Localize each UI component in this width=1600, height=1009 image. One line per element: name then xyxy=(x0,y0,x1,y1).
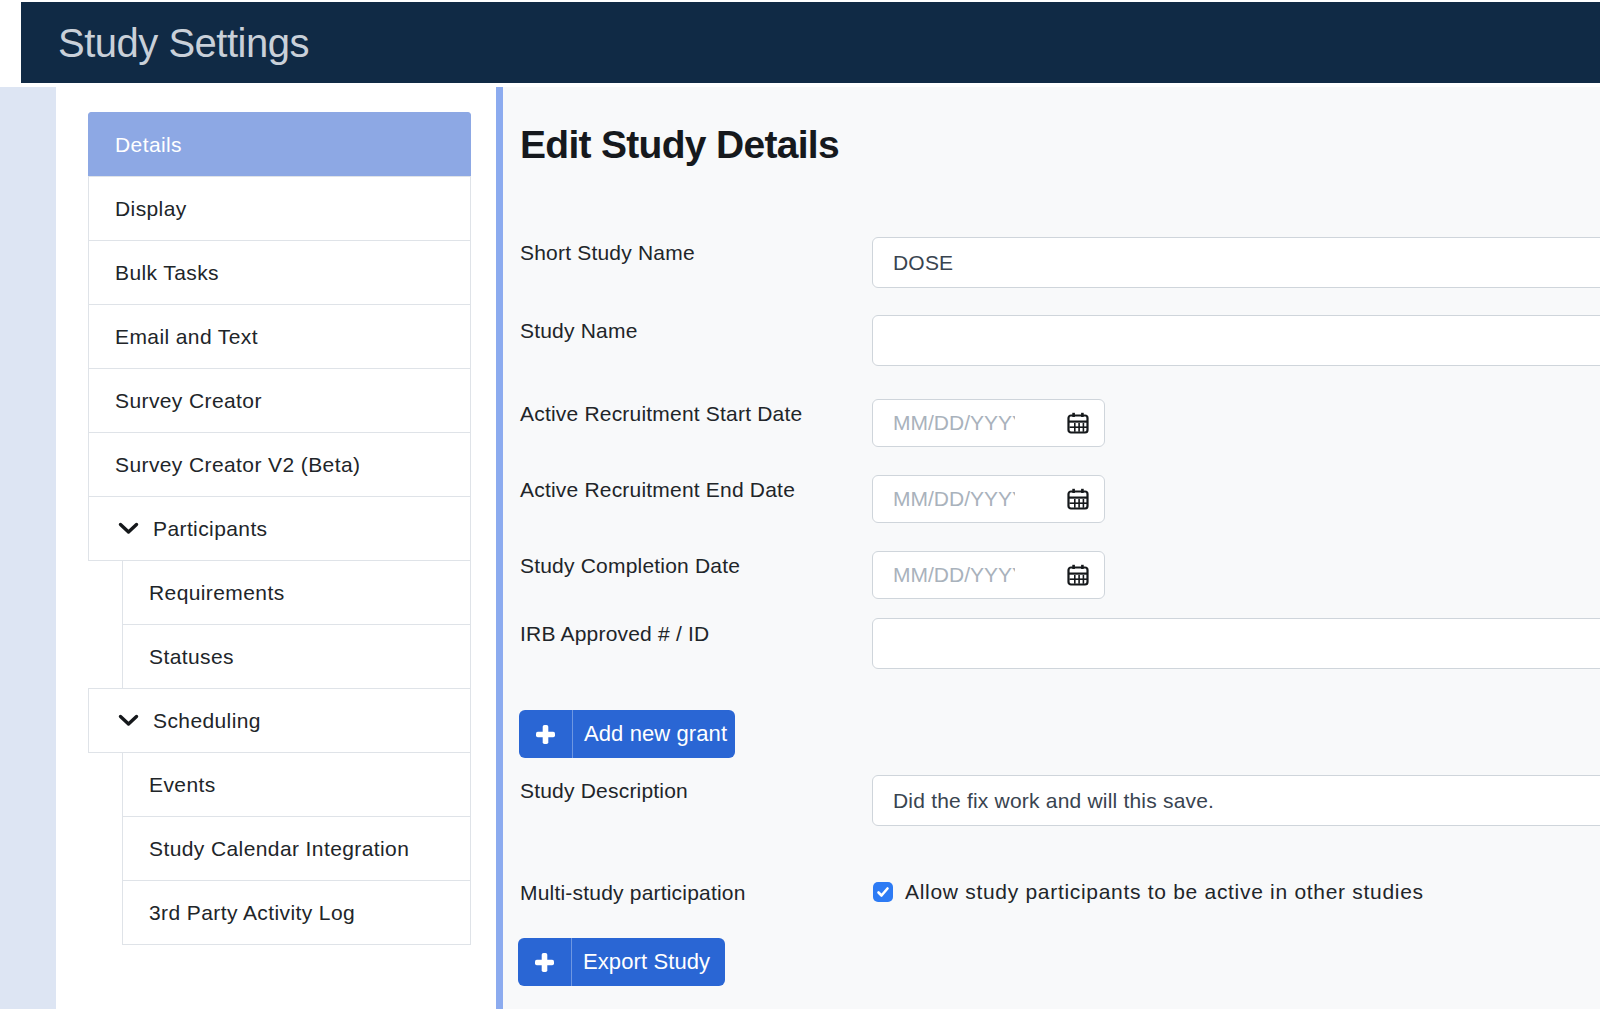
add-new-grant-label: Add new grant xyxy=(572,710,727,758)
page-title: Study Settings xyxy=(21,19,309,66)
recruit-end-field xyxy=(872,475,1105,523)
sidebar-item-3rd-party-activity-log[interactable]: 3rd Party Activity Log xyxy=(122,880,471,945)
completion-date-label: Study Completion Date xyxy=(520,553,740,578)
sidebar-item-email-and-text[interactable]: Email and Text xyxy=(88,304,471,369)
sidebar-item-label: Events xyxy=(149,773,216,797)
recruit-end-label: Active Recruitment End Date xyxy=(520,477,795,502)
sidebar-item-scheduling[interactable]: Scheduling xyxy=(88,688,471,753)
sidebar-item-details[interactable]: Details xyxy=(88,112,471,177)
irb-label: IRB Approved # / ID xyxy=(520,621,709,646)
sidebar-item-label: Email and Text xyxy=(115,325,258,349)
sidebar-item-label: 3rd Party Activity Log xyxy=(149,901,355,925)
chevron-down-icon xyxy=(118,522,139,535)
export-study-label: Export Study xyxy=(571,938,710,986)
sidebar-item-label: Scheduling xyxy=(153,709,261,733)
short-study-name-label: Short Study Name xyxy=(520,240,695,265)
study-name-label: Study Name xyxy=(520,318,638,343)
study-name-input[interactable] xyxy=(872,315,1600,366)
sidebar-item-label: Survey Creator xyxy=(115,389,262,413)
sidebar-item-events[interactable]: Events xyxy=(122,752,471,817)
left-margin-strip xyxy=(0,87,56,1009)
sidebar-item-requirements[interactable]: Requirements xyxy=(122,560,471,625)
sidebar-item-participants[interactable]: Participants xyxy=(88,496,471,561)
calendar-icon[interactable] xyxy=(1067,564,1089,590)
app-header: Study Settings xyxy=(21,2,1600,83)
calendar-icon[interactable] xyxy=(1067,412,1089,438)
sidebar-item-label: Requirements xyxy=(149,581,285,605)
sidebar-item-bulk-tasks[interactable]: Bulk Tasks xyxy=(88,240,471,305)
calendar-icon[interactable] xyxy=(1067,488,1089,514)
sidebar-item-label: Display xyxy=(115,197,187,221)
sidebar-item-label: Survey Creator V2 (Beta) xyxy=(115,453,360,477)
sidebar: Details Display Bulk Tasks Email and Text Su… xyxy=(88,112,471,945)
sidebar-item-survey-creator[interactable]: Survey Creator xyxy=(88,368,471,433)
multi-study-checkbox[interactable] xyxy=(873,882,893,902)
sidebar-item-statuses[interactable]: Statuses xyxy=(122,624,471,689)
plus-icon xyxy=(518,938,571,986)
section-heading: Edit Study Details xyxy=(520,122,839,168)
export-study-button[interactable]: Export Study xyxy=(518,938,725,986)
irb-input[interactable] xyxy=(872,618,1600,669)
sidebar-item-label: Bulk Tasks xyxy=(115,261,219,285)
multi-study-checkbox-label: Allow study participants to be active in… xyxy=(905,879,1424,904)
sidebar-item-label: Statuses xyxy=(149,645,234,669)
description-label: Study Description xyxy=(520,778,688,803)
main-panel: Edit Study Details Short Study Name Stud… xyxy=(503,87,1600,1009)
sidebar-item-label: Study Calendar Integration xyxy=(149,837,409,861)
sidebar-item-label: Participants xyxy=(153,517,268,541)
completion-date-field xyxy=(872,551,1105,599)
short-study-name-input[interactable] xyxy=(872,237,1600,288)
sidebar-item-display[interactable]: Display xyxy=(88,176,471,241)
sidebar-item-survey-creator-v2-beta[interactable]: Survey Creator V2 (Beta) xyxy=(88,432,471,497)
chevron-down-icon xyxy=(118,714,139,727)
plus-icon xyxy=(519,710,572,758)
add-new-grant-button[interactable]: Add new grant xyxy=(519,710,735,758)
sidebar-item-study-calendar-integration[interactable]: Study Calendar Integration xyxy=(122,816,471,881)
sidebar-item-label: Details xyxy=(115,133,182,157)
description-input[interactable] xyxy=(872,775,1600,826)
recruit-start-field xyxy=(872,399,1105,447)
multi-study-label: Multi-study participation xyxy=(520,880,746,905)
recruit-start-label: Active Recruitment Start Date xyxy=(520,401,802,426)
content-divider xyxy=(496,87,503,1009)
